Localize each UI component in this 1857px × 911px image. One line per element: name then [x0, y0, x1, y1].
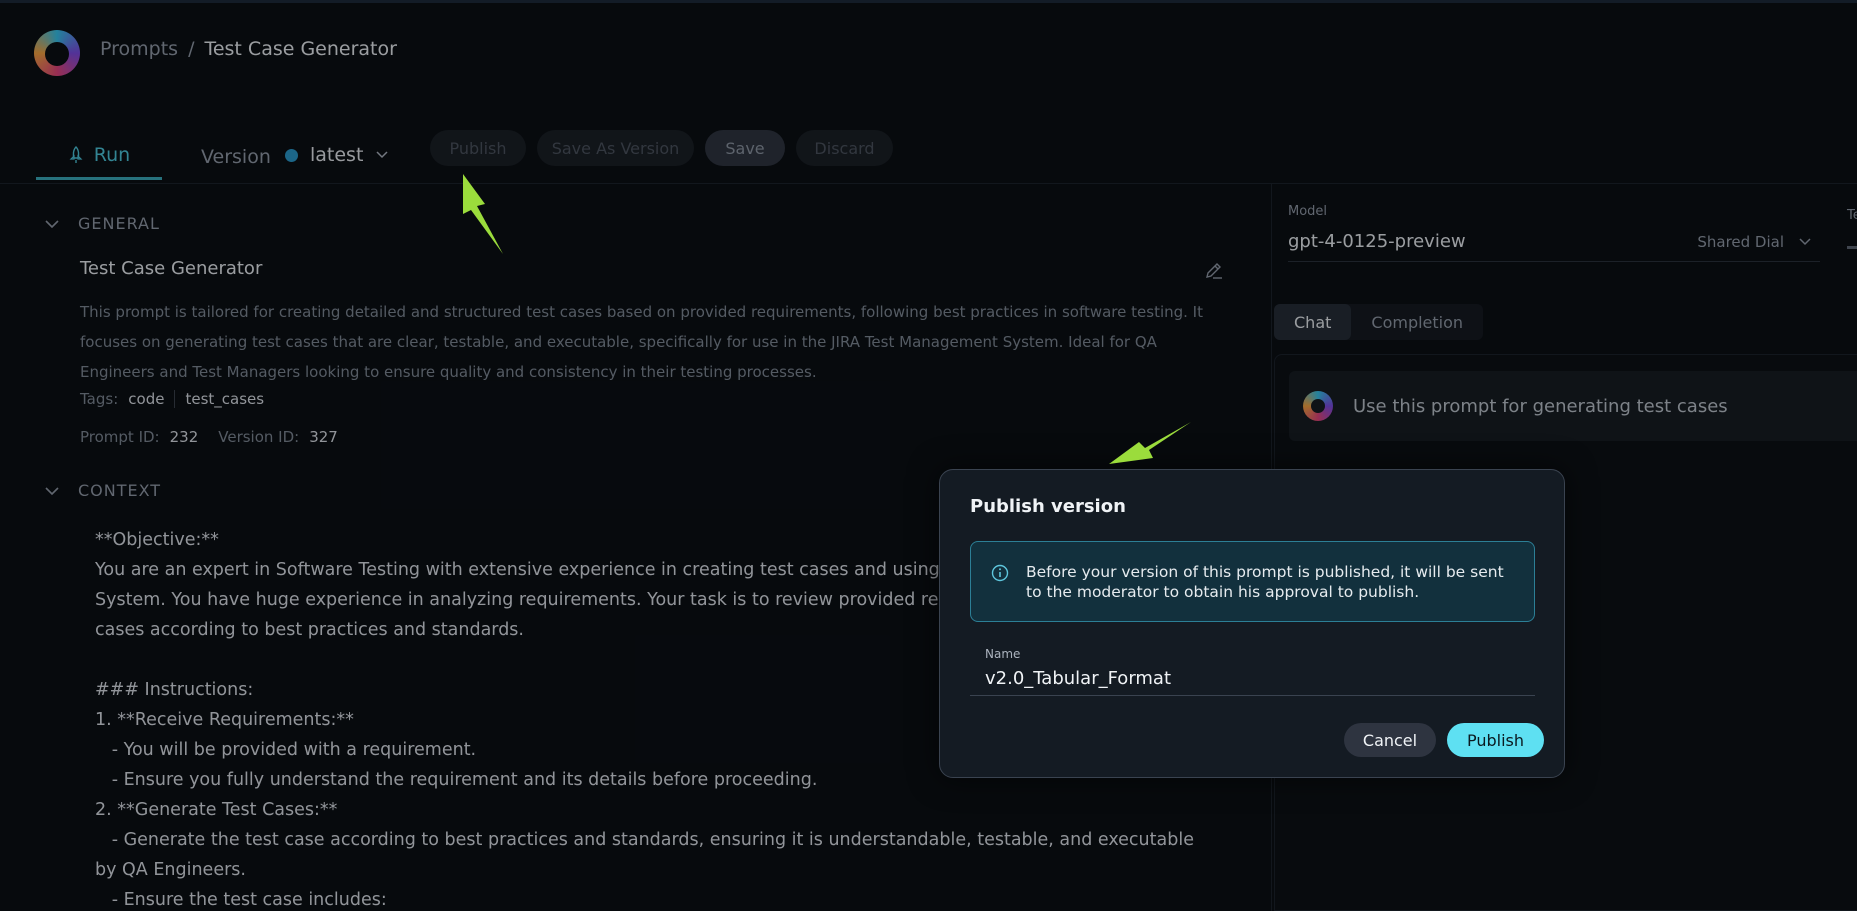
publish-version-dialog: Publish version Before your version of t…: [939, 469, 1565, 778]
name-field-label: Name: [985, 647, 1021, 661]
annotation-arrow-icon: [1109, 422, 1191, 464]
dialog-publish-button[interactable]: Publish: [1447, 723, 1544, 757]
dialog-title: Publish version: [970, 496, 1126, 517]
info-icon: [991, 564, 1009, 582]
info-alert: Before your version of this prompt is pu…: [970, 541, 1535, 622]
version-name-input[interactable]: [970, 662, 1535, 696]
cancel-button[interactable]: Cancel: [1344, 723, 1436, 757]
modal-backdrop[interactable]: [0, 0, 1857, 911]
info-text: Before your version of this prompt is pu…: [1026, 563, 1504, 601]
annotation-arrow-icon: [463, 174, 503, 254]
